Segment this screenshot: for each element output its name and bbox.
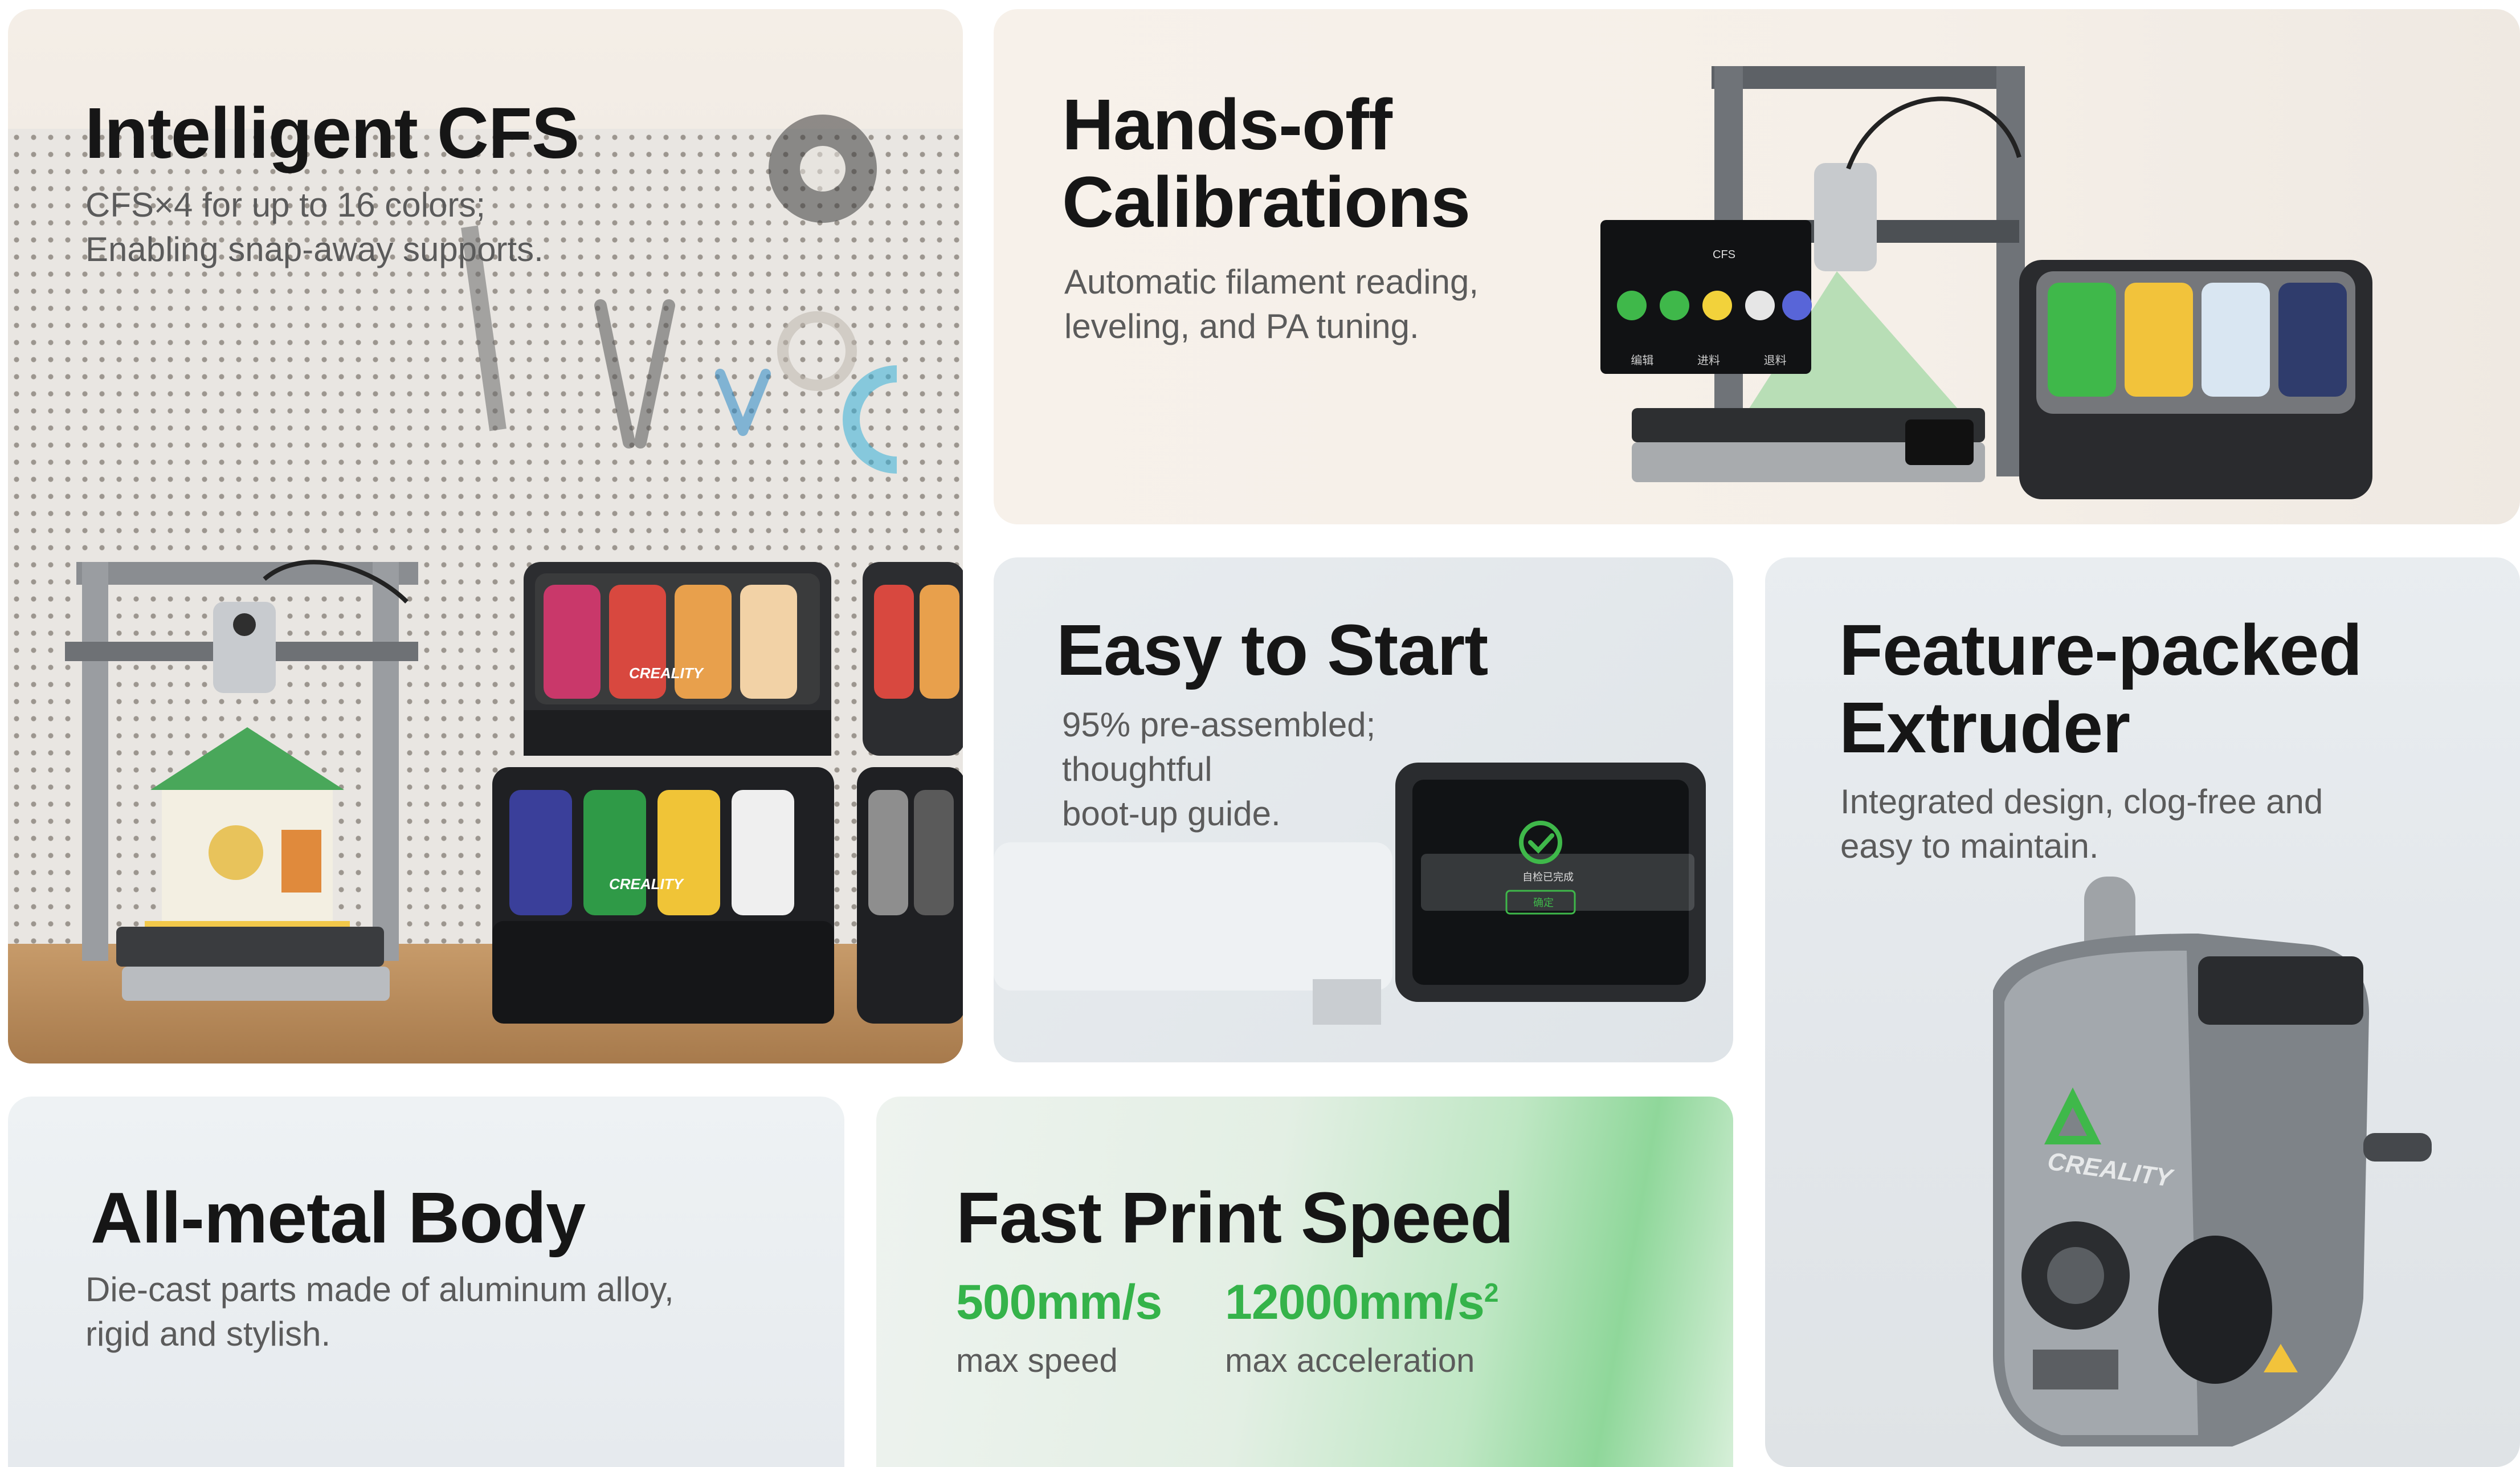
card-title: Feature-packed Extruder: [1839, 610, 2362, 768]
screen-confirm-button[interactable]: 确定: [1533, 895, 1554, 910]
card-title: All-metal Body: [91, 1177, 586, 1258]
card-title: Fast Print Speed: [956, 1177, 1514, 1258]
card-title: Easy to Start: [1056, 610, 1488, 690]
card-subtitle: Integrated design, clog-free and easy to…: [1840, 783, 2323, 865]
card-subtitle: Die-cast parts made of aluminum alloy, r…: [85, 1270, 674, 1353]
card-all-metal-body: All-metal Body Die-cast parts made of al…: [8, 1097, 844, 1467]
max-speed-number: 500mm/s: [956, 1275, 1162, 1330]
screen-cfs-label: CFS: [1713, 248, 1735, 261]
card-title: Hands-off Calibrations: [1062, 84, 1471, 243]
max-speed-value: 500mm/s: [956, 1274, 1162, 1331]
card-subtitle: Automatic filament reading, leveling, an…: [1064, 263, 1479, 345]
screen-tab-unload[interactable]: 退料: [1764, 351, 1787, 368]
acceleration-exponent: 2: [1484, 1278, 1499, 1307]
card-title: Intelligent CFS: [85, 93, 579, 173]
card-subtitle: CFS×4 for up to 16 colors; Enabling snap…: [85, 186, 544, 268]
screen-tabs: 编辑 进料 退料: [1609, 351, 1808, 368]
card-easy-to-start: 自检已完成 确定 Easy to Start 95% pre-assembled…: [994, 557, 1733, 1062]
card-feature-packed-extruder: CREALITY Feature-packed Extruder Integra…: [1765, 557, 2520, 1467]
screen-status-title: 自检已完成: [1522, 871, 1574, 883]
card-subtitle: 95% pre-assembled; thoughtful boot-up gu…: [1062, 706, 1376, 833]
cfs-brand-label-top: CREALITY: [629, 665, 703, 682]
screen-tab-load[interactable]: 进料: [1697, 351, 1720, 368]
max-acceleration-number: 12000mm/s: [1225, 1275, 1485, 1330]
max-acceleration-value: 12000mm/s2: [1225, 1274, 1498, 1331]
card-hands-off-calibrations: CFS 编辑 进料 退料 Hands-off Calibrations Auto…: [994, 9, 2520, 524]
card-fast-print-speed: Fast Print Speed 500mm/s max speed 12000…: [876, 1097, 1733, 1467]
max-speed-label: max speed: [956, 1342, 1118, 1379]
max-acceleration-label: max acceleration: [1225, 1342, 1475, 1379]
screen-tab-edit[interactable]: 编辑: [1631, 351, 1653, 368]
cfs-brand-label-bottom: CREALITY: [609, 875, 683, 893]
card-intelligent-cfs: CREALITY CREALITY Intelligent CFS CFS×4 …: [8, 9, 963, 1063]
